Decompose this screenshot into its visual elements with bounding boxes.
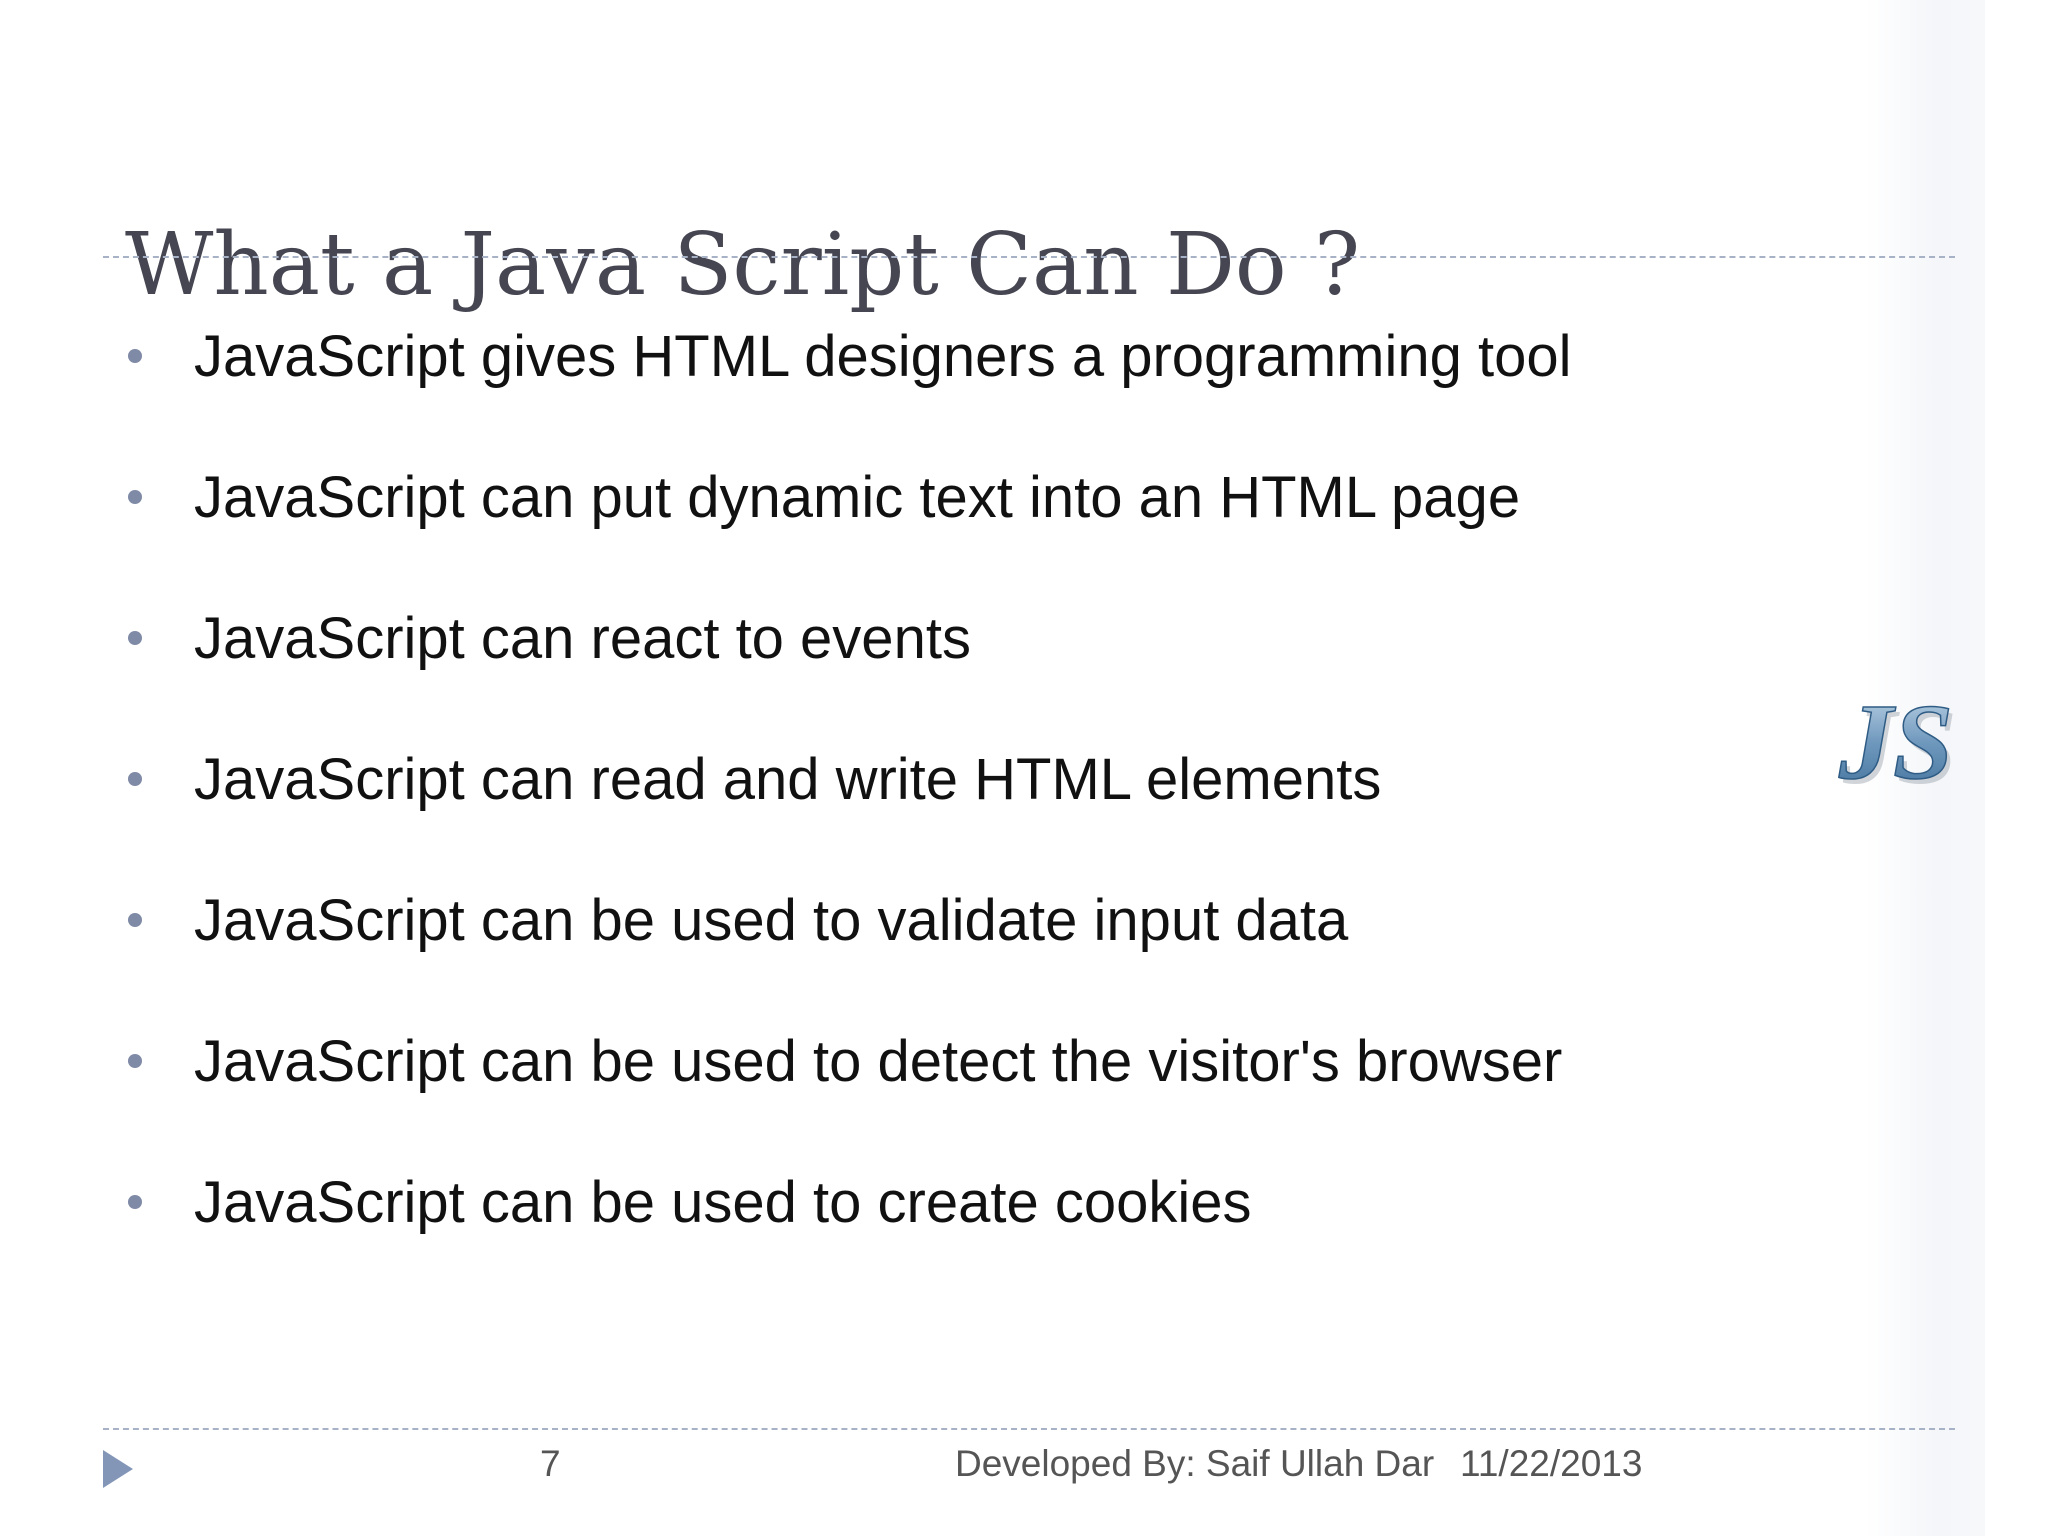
bullet-item: JavaScript can react to events [128, 598, 971, 678]
bullet-dot-icon [128, 490, 142, 504]
bullet-item: JavaScript can be used to create cookies [128, 1162, 1251, 1242]
bullet-text: JavaScript can put dynamic text into an … [194, 464, 1521, 530]
footer-author: Developed By: Saif Ullah Dar [955, 1443, 1435, 1484]
slide: What a Java Script Can Do ? JavaScript g… [0, 0, 2048, 1536]
bullet-dot-icon [128, 913, 142, 927]
bullet-item: JavaScript can put dynamic text into an … [128, 457, 1520, 537]
bullet-dot-icon [128, 1195, 142, 1209]
bullet-text: JavaScript can read and write HTML eleme… [194, 746, 1382, 812]
title-divider [103, 256, 1955, 258]
slide-number: 7 [540, 1443, 561, 1484]
bullet-item: JavaScript can read and write HTML eleme… [128, 739, 1381, 819]
bullet-item: JavaScript can be used to validate input… [128, 880, 1348, 960]
bullet-dot-icon [128, 772, 142, 786]
bullet-text: JavaScript can be used to detect the vis… [194, 1028, 1563, 1094]
triangle-right-icon [103, 1450, 133, 1488]
bullet-text: JavaScript can be used to validate input… [194, 887, 1349, 953]
bullet-text: JavaScript can be used to create cookies [194, 1169, 1252, 1235]
bullet-item: JavaScript gives HTML designers a progra… [128, 316, 1572, 396]
bullet-item: JavaScript can be used to detect the vis… [128, 1021, 1562, 1101]
footer-date: 11/22/2013 [1460, 1443, 1643, 1484]
bullet-dot-icon [128, 1054, 142, 1068]
bullet-dot-icon [128, 349, 142, 363]
footer-divider [103, 1428, 1955, 1430]
svg-text:JS: JS [1838, 683, 1953, 800]
bullet-text: JavaScript can react to events [194, 605, 971, 671]
js-logo-icon: JS JS [1837, 682, 1957, 800]
bullet-dot-icon [128, 631, 142, 645]
slide-title: What a Java Script Can Do ? [125, 215, 1361, 315]
bullet-text: JavaScript gives HTML designers a progra… [194, 323, 1572, 389]
